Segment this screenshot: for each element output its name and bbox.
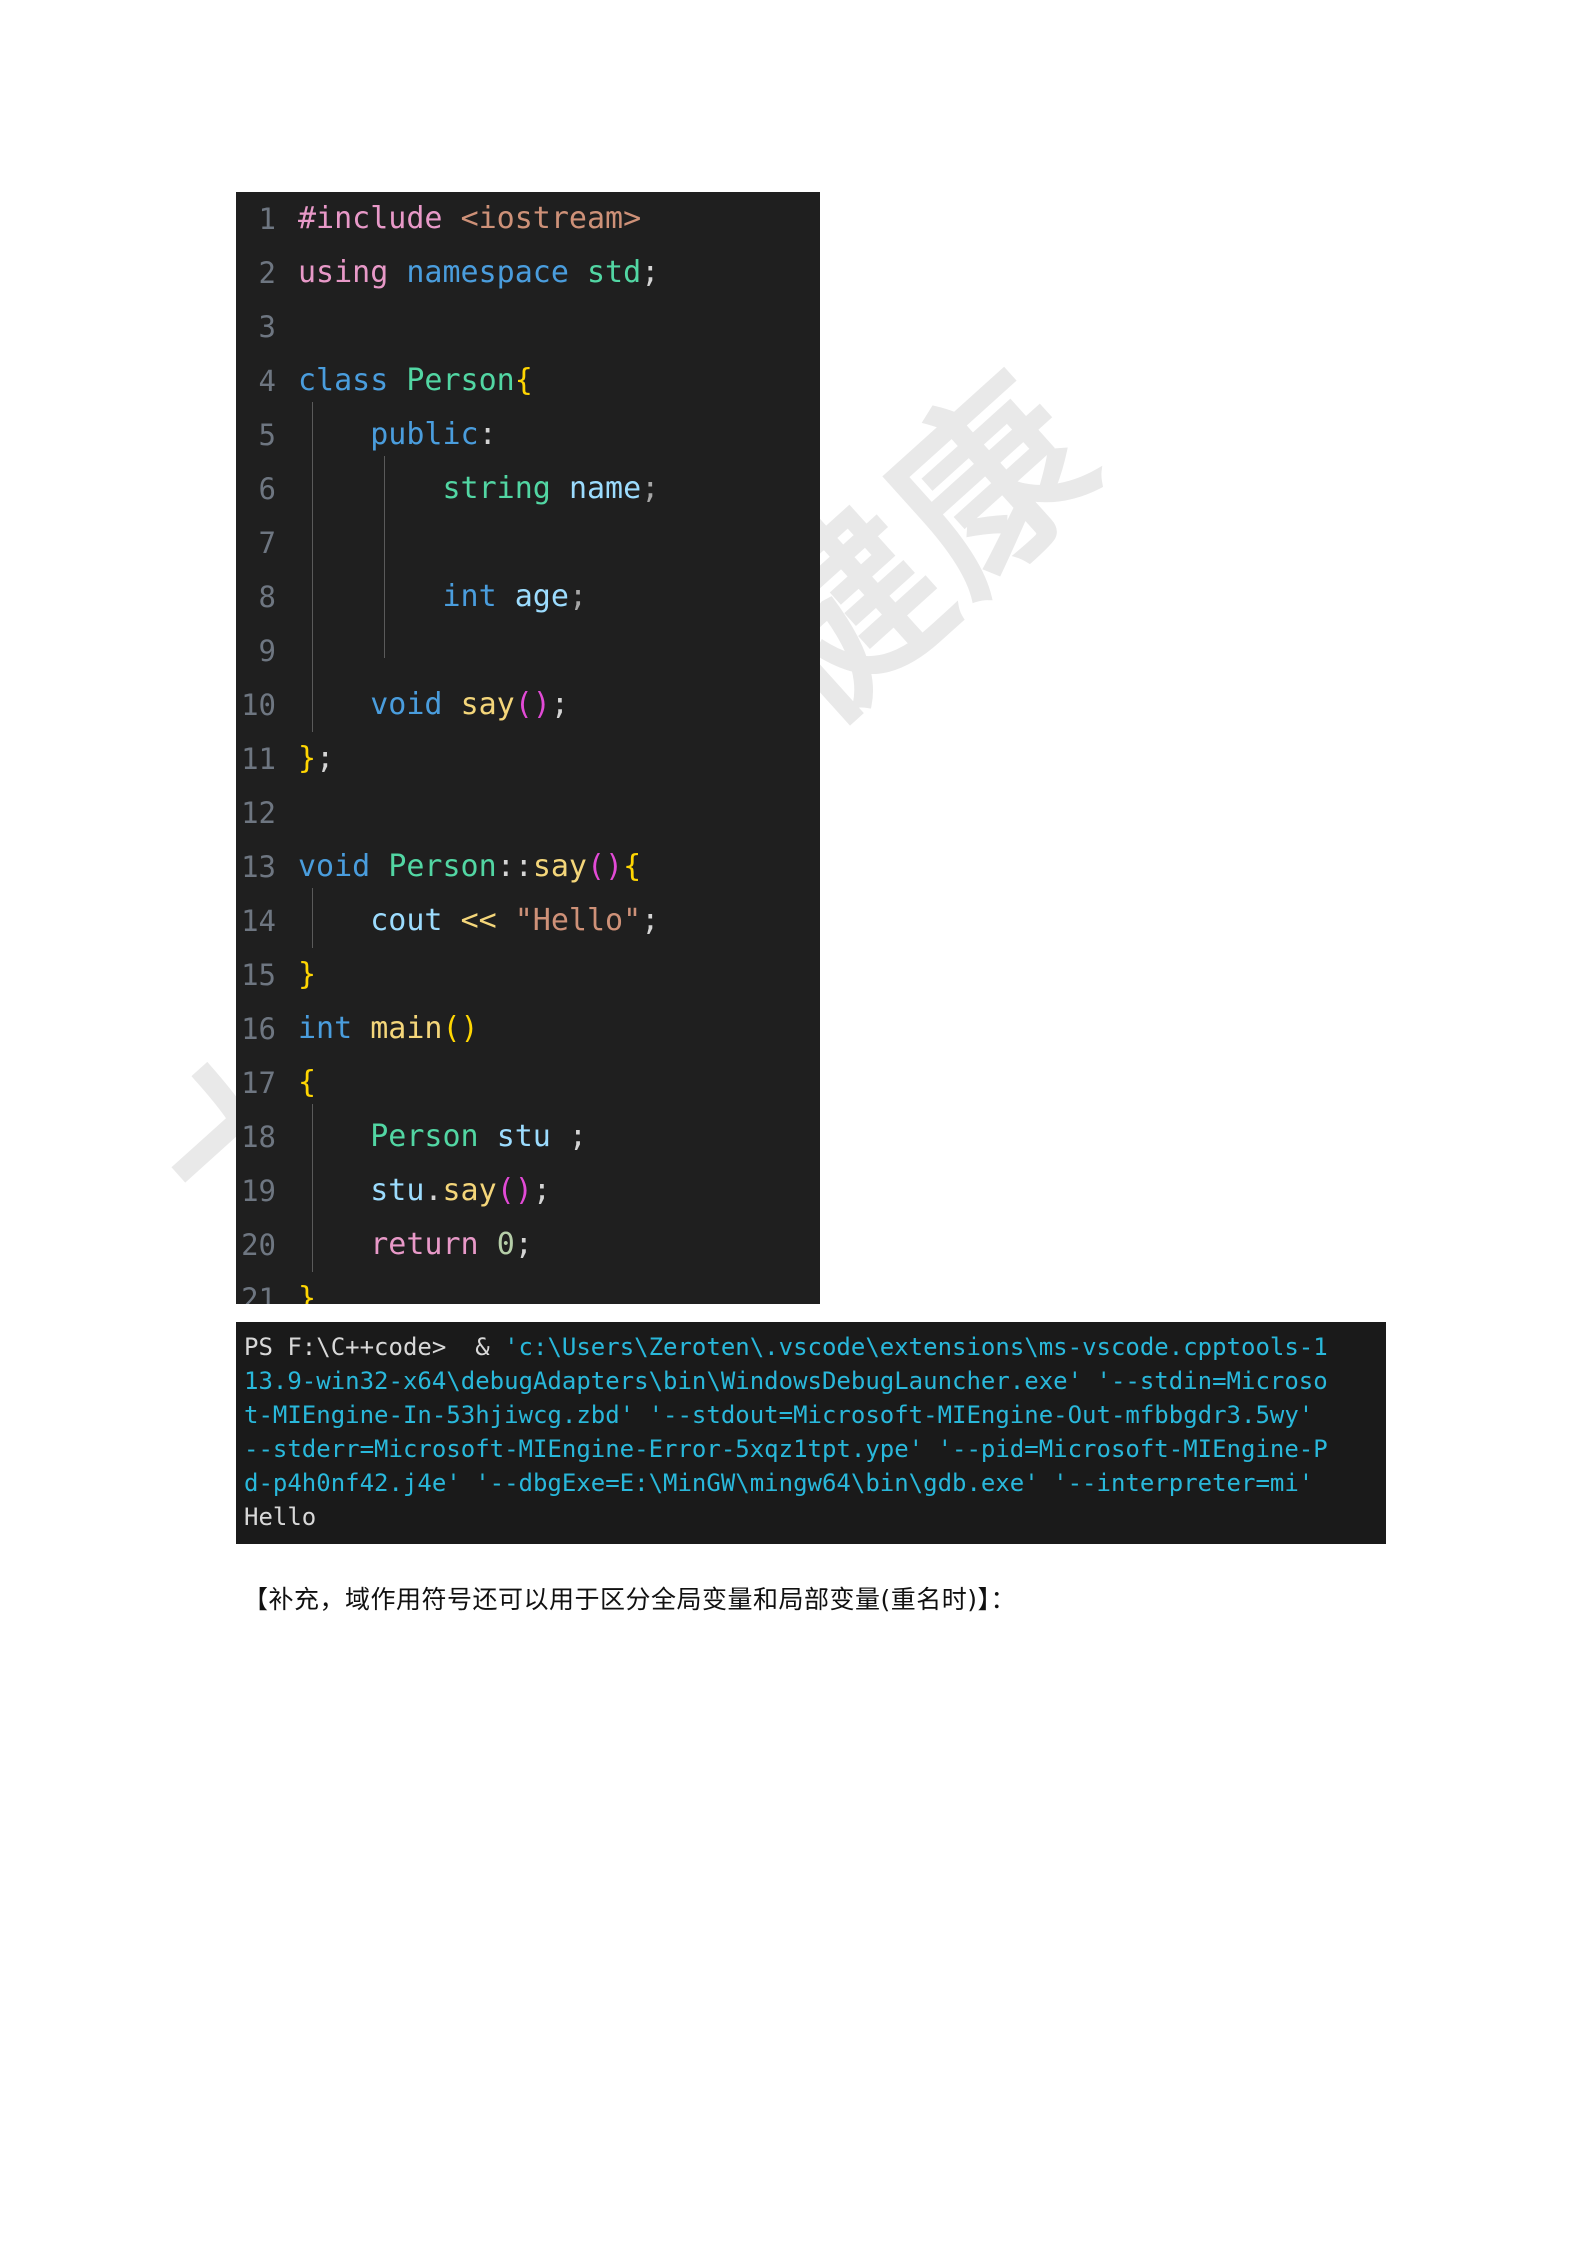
line-number: 1 bbox=[258, 202, 276, 236]
code-line-text: string name; bbox=[298, 456, 820, 516]
line-number: 18 bbox=[241, 1120, 276, 1154]
code-line-text: #include <iostream> bbox=[298, 201, 642, 236]
code-line-text: cout << "Hello"; bbox=[298, 888, 820, 948]
code-line-text: stu.say(); bbox=[298, 1158, 820, 1218]
code-line-text: void Person::say(){ bbox=[298, 849, 642, 884]
line-number: 15 bbox=[241, 958, 276, 992]
code-line: 19 stu.say(); bbox=[236, 1158, 820, 1218]
line-number: 5 bbox=[258, 418, 276, 452]
terminal-line: t-MIEngine-In-53hjiwcg.zbd' '--stdout=Mi… bbox=[244, 1401, 1314, 1429]
code-line-text: public: bbox=[298, 402, 820, 462]
line-number: 14 bbox=[241, 904, 276, 938]
code-line-text: } bbox=[298, 957, 317, 992]
line-number: 17 bbox=[241, 1066, 276, 1100]
code-line: 3 bbox=[236, 300, 820, 354]
code-line-text: int age; bbox=[298, 564, 820, 624]
code-line: 9 bbox=[236, 618, 820, 678]
code-line: 20 return 0; bbox=[236, 1212, 820, 1272]
caption-text: 【补充，域作用符号还可以用于区分全局变量和局部变量(重名时)】： bbox=[243, 1585, 1017, 1614]
line-number: 19 bbox=[241, 1174, 276, 1208]
line-number: 7 bbox=[258, 526, 276, 560]
line-number: 21 bbox=[241, 1282, 276, 1304]
code-line: 15 } bbox=[236, 948, 820, 1002]
code-line: 10 void say(); bbox=[236, 672, 820, 732]
code-line-text: Person stu ; bbox=[298, 1104, 820, 1164]
code-line: 7 bbox=[236, 510, 820, 570]
code-line: 1 #include <iostream> bbox=[236, 192, 820, 246]
line-number: 12 bbox=[241, 796, 276, 830]
code-line: 17 { bbox=[236, 1056, 820, 1110]
line-number: 11 bbox=[241, 742, 276, 776]
code-line-text: int main() bbox=[298, 1011, 479, 1046]
code-line-text: void say(); bbox=[298, 672, 820, 732]
code-editor-screenshot: 1 #include <iostream> 2 using namespace … bbox=[236, 192, 820, 1304]
code-line: 18 Person stu ; bbox=[236, 1104, 820, 1164]
line-number: 2 bbox=[258, 256, 276, 290]
code-line-text: { bbox=[298, 1065, 317, 1100]
line-number: 10 bbox=[241, 688, 276, 722]
code-line: 21 } bbox=[236, 1272, 820, 1304]
line-number: 3 bbox=[258, 310, 276, 344]
line-number: 6 bbox=[258, 472, 276, 506]
line-number: 9 bbox=[258, 634, 276, 668]
code-line: 16 int main() bbox=[236, 1002, 820, 1056]
code-line: 11 }; bbox=[236, 732, 820, 786]
code-line: 4 class Person{ bbox=[236, 354, 820, 408]
debug-terminal-output: PS F:\C++code> & 'c:\Users\Zeroten\.vsco… bbox=[236, 1322, 1386, 1544]
terminal-line: PS F:\C++code> & 'c:\Users\Zeroten\.vsco… bbox=[244, 1333, 1328, 1361]
code-line: 2 using namespace std; bbox=[236, 246, 820, 300]
code-line: 6 string name; bbox=[236, 456, 820, 516]
code-line-text: using namespace std; bbox=[298, 255, 660, 290]
line-number: 13 bbox=[241, 850, 276, 884]
terminal-output-line: Hello bbox=[244, 1503, 317, 1531]
terminal-line: d-p4h0nf42.j4e' '--dbgExe=E:\MinGW\mingw… bbox=[244, 1469, 1314, 1497]
line-number: 20 bbox=[241, 1228, 276, 1262]
code-line-text: class Person{ bbox=[298, 363, 533, 398]
line-number: 8 bbox=[258, 580, 276, 614]
code-line-text: } bbox=[298, 1281, 317, 1304]
terminal-line: 13.9-win32-x64\debugAdapters\bin\Windows… bbox=[244, 1367, 1328, 1395]
code-line-text: return 0; bbox=[298, 1212, 820, 1272]
code-line: 8 int age; bbox=[236, 564, 820, 624]
code-line: 14 cout << "Hello"; bbox=[236, 888, 820, 948]
line-number: 4 bbox=[258, 364, 276, 398]
line-number: 16 bbox=[241, 1012, 276, 1046]
code-line: 5 public: bbox=[236, 402, 820, 462]
terminal-line: --stderr=Microsoft-MIEngine-Error-5xqz1t… bbox=[244, 1435, 1328, 1463]
code-line: 12 bbox=[236, 786, 820, 840]
code-line-text: }; bbox=[298, 741, 335, 776]
code-line: 13 void Person::say(){ bbox=[236, 840, 820, 894]
